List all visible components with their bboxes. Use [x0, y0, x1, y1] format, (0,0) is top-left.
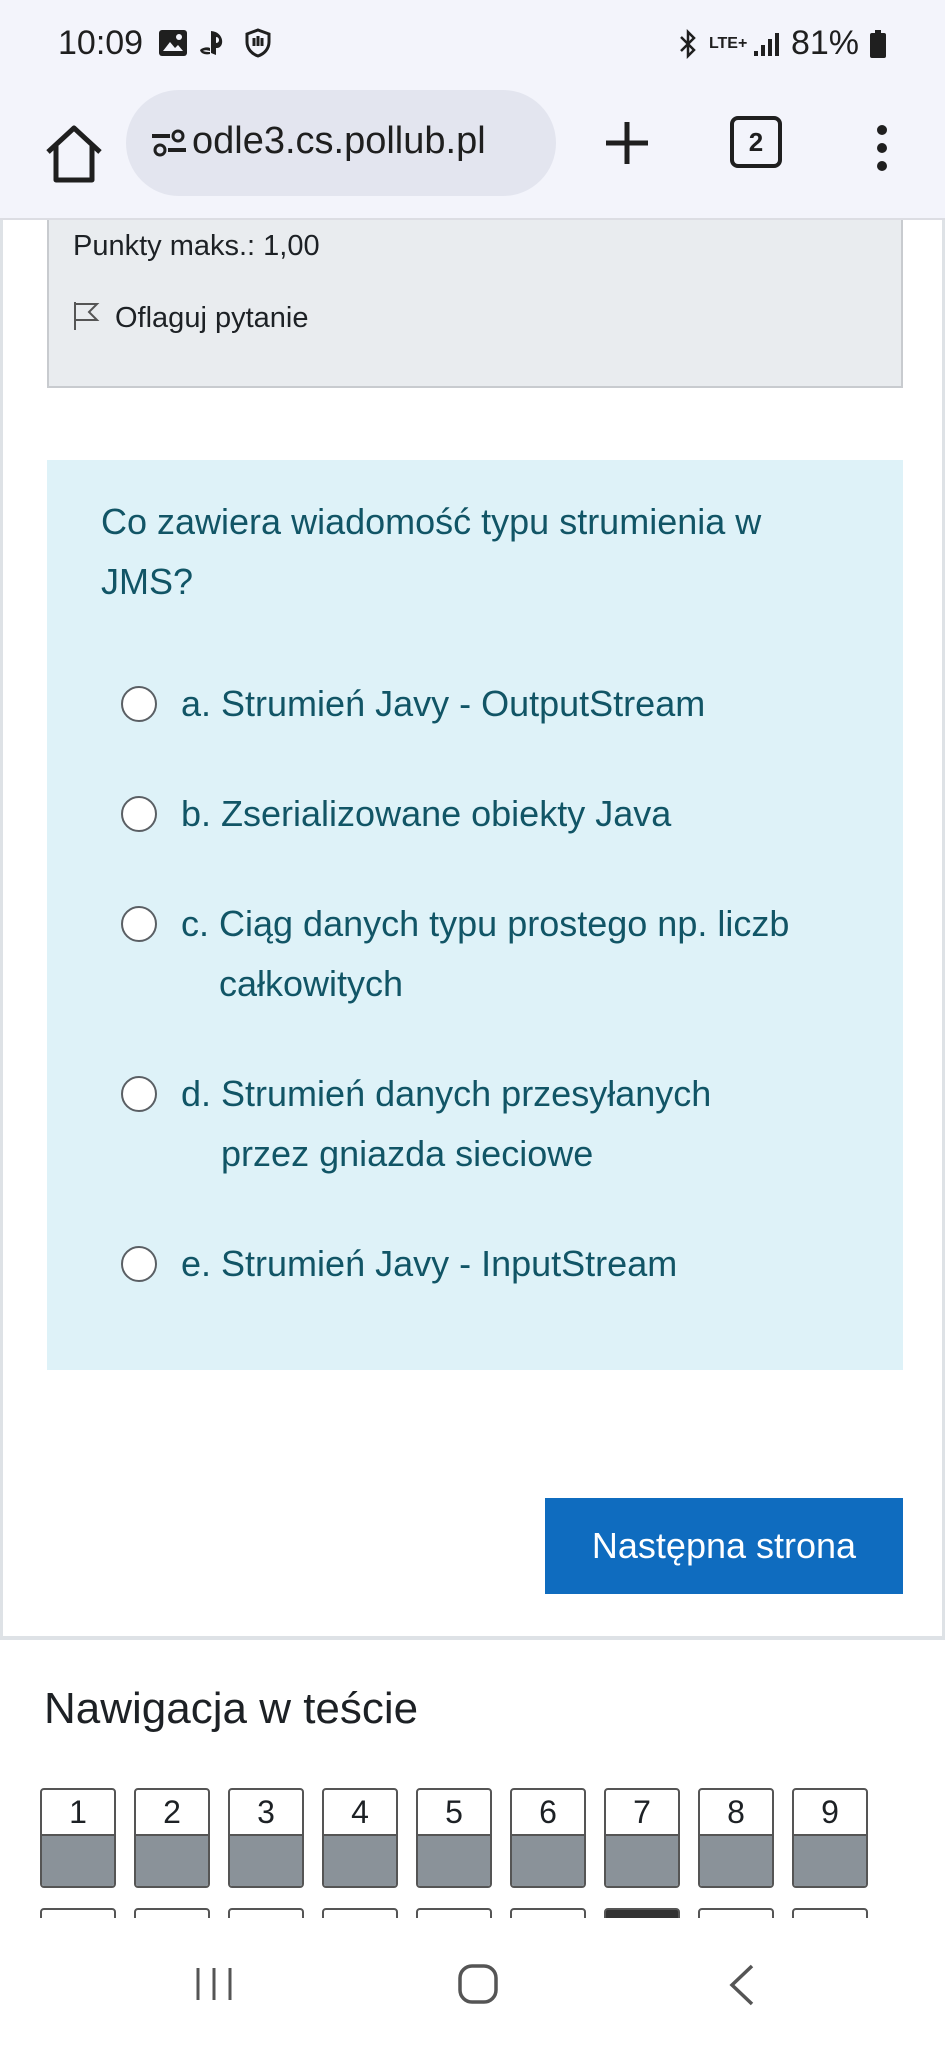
- answer-label: Strumień Javy - InputStream: [221, 1243, 678, 1284]
- more-vert-icon: [877, 125, 887, 171]
- radio-button[interactable]: [121, 686, 157, 722]
- question-nav-button[interactable]: 9: [792, 1788, 868, 1888]
- answer-label: Ciąg danych typu prostego np. liczb całk…: [219, 903, 790, 1004]
- back-icon[interactable]: [726, 1962, 758, 2013]
- status-bar: 10:09 LTE+ 81%: [0, 0, 945, 90]
- answer-option[interactable]: d. Strumień danych przesyłanych przez gn…: [121, 1064, 841, 1184]
- system-icons: LTE+ 81%: [677, 24, 887, 63]
- quiz-page: Punkty maks.: 1,00 Oflaguj pytanie Co za…: [0, 220, 945, 1640]
- question-nav-button[interactable]: [40, 1908, 116, 1918]
- answer-option[interactable]: a. Strumień Javy - OutputStream: [121, 674, 841, 734]
- question-number: 4: [324, 1790, 396, 1836]
- recents-icon[interactable]: [192, 1964, 236, 2009]
- network-type: LTE+: [708, 34, 748, 52]
- status-time: 10:09: [58, 24, 144, 62]
- answer-option[interactable]: c. Ciąg danych typu prostego np. liczb c…: [121, 894, 841, 1014]
- question-nav-button[interactable]: 2: [134, 1788, 210, 1888]
- flag-question-link[interactable]: Oflaguj pytanie: [71, 300, 308, 337]
- question-number: 8: [700, 1790, 772, 1836]
- answer-label: Zserializowane obiekty Java: [221, 793, 672, 834]
- radio-button[interactable]: [121, 906, 157, 942]
- answer-letter: d.: [181, 1073, 212, 1114]
- question-number: 9: [794, 1790, 866, 1836]
- next-page-button[interactable]: Następna strona: [545, 1498, 903, 1594]
- question-info: Punkty maks.: 1,00 Oflaguj pytanie: [47, 220, 903, 388]
- question-nav-button[interactable]: 8: [698, 1788, 774, 1888]
- system-home-icon[interactable]: [456, 1962, 500, 2011]
- question-nav-button[interactable]: 5: [416, 1788, 492, 1888]
- question-number: 1: [42, 1790, 114, 1836]
- question-nav-button[interactable]: [698, 1908, 774, 1918]
- answer-letter: e.: [181, 1243, 212, 1284]
- new-tab-button[interactable]: [596, 112, 658, 174]
- radio-button[interactable]: [121, 1076, 157, 1112]
- signal-icon: [753, 31, 781, 57]
- question-nav-button[interactable]: 3: [228, 1788, 304, 1888]
- answer-option[interactable]: b. Zserializowane obiekty Java: [121, 784, 841, 844]
- notification-icons: [158, 28, 272, 58]
- max-points: Punkty maks.: 1,00: [73, 230, 320, 262]
- plus-icon: [606, 122, 648, 164]
- home-icon: [46, 125, 102, 183]
- quiz-navigation-grid: 1 2 3 4 5 6 7 8 9: [40, 1788, 910, 1888]
- shield-icon: [244, 28, 272, 58]
- battery-percent: 81%: [790, 24, 859, 62]
- radio-button[interactable]: [121, 1246, 157, 1282]
- quiz-navigation-title: Nawigacja w teście: [44, 1684, 419, 1733]
- system-navigation-bar: [0, 1918, 945, 2048]
- site-settings-icon[interactable]: [150, 128, 188, 163]
- question-number: 7: [606, 1790, 678, 1836]
- tabs-icon: 2: [730, 116, 782, 168]
- page-divider: [0, 1636, 945, 1640]
- question-nav-button[interactable]: [510, 1908, 586, 1918]
- answer-option[interactable]: e. Strumień Javy - InputStream: [121, 1234, 841, 1294]
- question-nav-button[interactable]: 6: [510, 1788, 586, 1888]
- battery-icon: [869, 29, 887, 59]
- browser-toolbar: odle3.cs.pollub.pl 2: [0, 90, 945, 220]
- bluetooth-icon: [677, 28, 699, 59]
- question-number: 3: [230, 1790, 302, 1836]
- answer-letter: b.: [181, 793, 212, 834]
- url-text[interactable]: odle3.cs.pollub.pl: [192, 120, 486, 163]
- answer-letter: a.: [181, 683, 212, 724]
- question-nav-button[interactable]: [416, 1908, 492, 1918]
- radio-button[interactable]: [121, 796, 157, 832]
- image-icon: [158, 29, 188, 57]
- answer-label: Strumień Javy - OutputStream: [221, 683, 706, 724]
- playstation-icon: [198, 29, 234, 57]
- quiz-navigation-row-2: [40, 1908, 910, 1918]
- address-bar[interactable]: odle3.cs.pollub.pl: [126, 90, 556, 196]
- flag-label: Oflaguj pytanie: [115, 302, 309, 334]
- question-nav-button[interactable]: 4: [322, 1788, 398, 1888]
- question-box: Co zawiera wiadomość typu strumienia w J…: [47, 460, 903, 1370]
- question-number: 5: [418, 1790, 490, 1836]
- question-nav-button[interactable]: [322, 1908, 398, 1918]
- home-button[interactable]: [38, 118, 110, 190]
- question-nav-button[interactable]: [134, 1908, 210, 1918]
- question-nav-button[interactable]: [792, 1908, 868, 1918]
- question-nav-button[interactable]: 1: [40, 1788, 116, 1888]
- flag-icon: [71, 300, 101, 337]
- more-menu-button[interactable]: [862, 118, 902, 178]
- question-nav-button[interactable]: [228, 1908, 304, 1918]
- question-text: Co zawiera wiadomość typu strumienia w J…: [101, 501, 762, 602]
- question-nav-button[interactable]: 7: [604, 1788, 680, 1888]
- question-number: 2: [136, 1790, 208, 1836]
- answer-letter: c.: [181, 903, 210, 944]
- answer-label: Strumień danych przesyłanych przez gniaz…: [221, 1073, 712, 1174]
- question-number: 6: [512, 1790, 584, 1836]
- tabs-button[interactable]: 2: [730, 116, 782, 168]
- current-question-nav-button[interactable]: [604, 1908, 680, 1918]
